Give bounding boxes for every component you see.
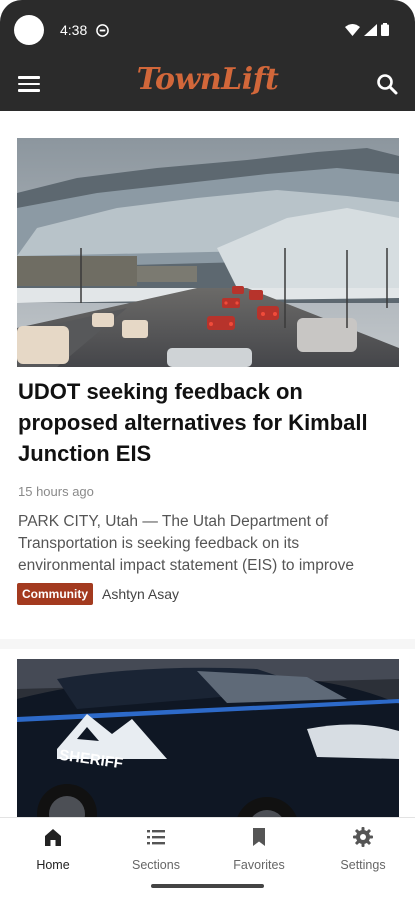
nav-settings[interactable]: Settings bbox=[313, 826, 413, 872]
nav-settings-label: Settings bbox=[340, 858, 386, 872]
traffic-photo bbox=[17, 138, 399, 367]
article-image[interactable] bbox=[17, 138, 399, 367]
gear-icon bbox=[353, 827, 373, 847]
article-timestamp: 15 hours ago bbox=[18, 484, 94, 499]
article-author[interactable]: Ashtyn Asay bbox=[102, 586, 179, 602]
app-bar: TownLift bbox=[0, 58, 415, 111]
article-excerpt[interactable]: PARK CITY, Utah — The Utah Department of… bbox=[18, 511, 398, 577]
article-feed[interactable]: UDOT seeking feedback on proposed altern… bbox=[0, 111, 415, 817]
wifi-icon bbox=[345, 23, 360, 36]
list-icon bbox=[147, 830, 165, 845]
article-card[interactable]: UDOT seeking feedback on proposed altern… bbox=[0, 111, 415, 639]
vpn-icon bbox=[96, 24, 109, 37]
status-time: 4:38 bbox=[60, 22, 88, 38]
nav-home[interactable]: Home bbox=[3, 826, 103, 872]
camera-cutout bbox=[14, 15, 44, 45]
article-headline[interactable]: UDOT seeking feedback on proposed altern… bbox=[18, 376, 398, 469]
bookmark-icon bbox=[253, 828, 265, 846]
app-logo[interactable]: TownLift bbox=[0, 62, 415, 97]
nav-sections-label: Sections bbox=[132, 858, 180, 872]
search-icon[interactable] bbox=[375, 72, 399, 96]
home-indicator[interactable] bbox=[151, 884, 264, 888]
nav-home-label: Home bbox=[36, 858, 70, 872]
nav-sections[interactable]: Sections bbox=[106, 826, 206, 872]
article-card[interactable]: SHERIFF bbox=[0, 649, 415, 817]
battery-icon bbox=[381, 23, 389, 36]
status-bar: 4:38 bbox=[0, 0, 415, 58]
signal-icon bbox=[364, 23, 377, 36]
home-icon bbox=[45, 829, 61, 846]
system-icons bbox=[345, 23, 389, 36]
category-badge[interactable]: Community bbox=[17, 583, 93, 605]
article-image[interactable]: SHERIFF bbox=[17, 659, 399, 817]
nav-favorites-label: Favorites bbox=[233, 858, 285, 872]
nav-favorites[interactable]: Favorites bbox=[209, 826, 309, 872]
sheriff-car-photo bbox=[17, 659, 399, 817]
